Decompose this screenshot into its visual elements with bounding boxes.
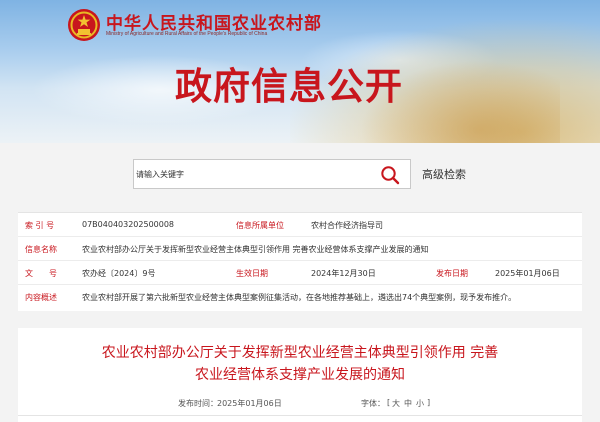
info-row: 信息名称 农业农村部办公厅关于发挥新型农业经营主体典型引领作用 完善农业经营体系… bbox=[18, 237, 582, 261]
doc-number-label: 文 号 bbox=[25, 269, 57, 278]
font-size-bracket: ] bbox=[427, 398, 431, 407]
search-icon[interactable] bbox=[380, 165, 400, 185]
font-size-large-button[interactable]: 大 bbox=[392, 398, 400, 409]
org-value: 农村合作经济指导司 bbox=[311, 221, 383, 230]
name-label: 信息名称 bbox=[25, 245, 57, 254]
site-banner: 中华人民共和国农业农村部 Ministry of Agriculture and… bbox=[0, 0, 600, 143]
effective-date-value: 2024年12月30日 bbox=[311, 269, 376, 278]
article-panel: 农业农村部办公厅关于发挥新型农业经营主体典型引领作用 完善 农业经营体系支撑产业… bbox=[18, 328, 582, 422]
org-label: 信息所属单位 bbox=[236, 221, 284, 230]
publish-time-label: 发布时间： bbox=[178, 399, 218, 408]
info-row: 文 号 农办经〔2024〕9号 生效日期 2024年12月30日 发布日期 20… bbox=[18, 261, 582, 285]
article-title: 农业农村部办公厅关于发挥新型农业经营主体典型引领作用 完善 农业经营体系支撑产业… bbox=[18, 342, 582, 386]
publish-date-value: 2025年01月06日 bbox=[495, 269, 560, 278]
index-label: 索 引 号 bbox=[25, 221, 55, 230]
article-title-line: 农业农村部办公厅关于发挥新型农业经营主体典型引领作用 完善 bbox=[101, 345, 499, 361]
name-value: 农业农村部办公厅关于发挥新型农业经营主体典型引领作用 完善农业经营体系支撑产业发… bbox=[82, 245, 429, 254]
publish-date-label: 发布日期 bbox=[436, 269, 468, 278]
page-heading: 政府信息公开 bbox=[175, 65, 403, 108]
publish-time-value: 2025年01月06日 bbox=[217, 399, 282, 408]
font-size-small-button[interactable]: 小 bbox=[416, 398, 424, 409]
search-box bbox=[133, 159, 411, 189]
info-table: 索 引 号 07B040403202500008 信息所属单位 农村合作经济指导… bbox=[18, 212, 582, 311]
info-row: 索 引 号 07B040403202500008 信息所属单位 农村合作经济指导… bbox=[18, 213, 582, 237]
article-meta: 发布时间： 2025年01月06日 字体： [ 大 中 小 ] bbox=[18, 398, 582, 416]
search-input[interactable] bbox=[134, 160, 374, 188]
article-title-line: 农业经营体系支撑产业发展的通知 bbox=[195, 367, 405, 383]
summary-value: 农业农村部开展了第六批新型农业经营主体典型案例征集活动，在各地推荐基础上，遴选出… bbox=[82, 293, 517, 302]
font-size-medium-button[interactable]: 中 bbox=[404, 398, 412, 409]
info-row: 内容概述 农业农村部开展了第六批新型农业经营主体典型案例征集活动，在各地推荐基础… bbox=[18, 285, 582, 312]
font-size-bracket: [ bbox=[387, 398, 391, 407]
index-value: 07B040403202500008 bbox=[82, 220, 175, 229]
effective-date-label: 生效日期 bbox=[236, 269, 268, 278]
site-subtitle: Ministry of Agriculture and Rural Affair… bbox=[106, 31, 268, 37]
national-emblem-icon[interactable] bbox=[67, 8, 101, 42]
advanced-search-link[interactable]: 高级检索 bbox=[422, 166, 466, 182]
font-size-label: 字体： bbox=[361, 399, 385, 408]
summary-label: 内容概述 bbox=[25, 293, 57, 302]
doc-number-value: 农办经〔2024〕9号 bbox=[82, 269, 156, 278]
